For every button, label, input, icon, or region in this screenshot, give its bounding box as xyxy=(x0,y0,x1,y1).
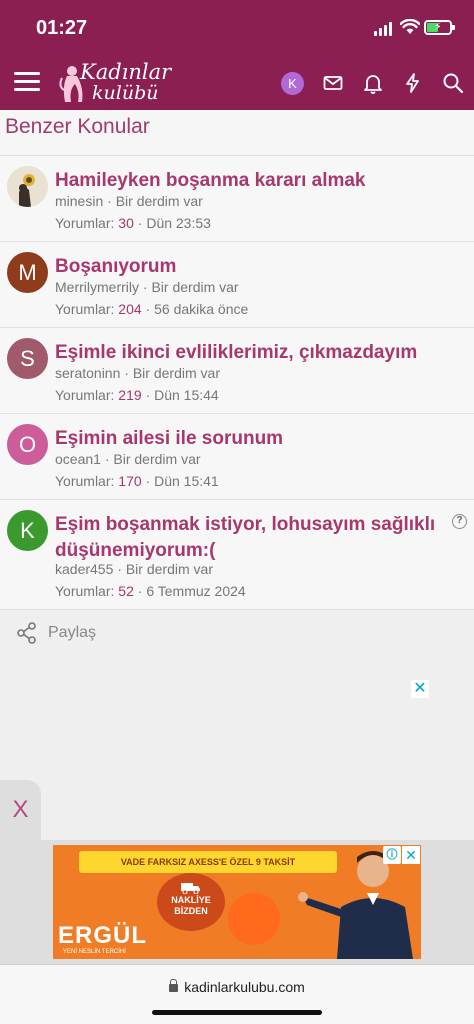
status-bar: 01:27 ⚡ xyxy=(0,0,474,56)
battery-icon: ⚡ xyxy=(424,20,455,35)
avatar[interactable]: K xyxy=(7,510,48,551)
search-icon[interactable] xyxy=(441,71,465,95)
logo-text-line1: Kadınlar xyxy=(80,60,172,84)
section-title: Benzer Konular xyxy=(5,115,150,138)
ad-banner[interactable]: VADE FARKSIZ AXESS'E ÖZEL 9 TAKSİT NAKLİ… xyxy=(53,845,421,959)
sunflower-avatar-icon xyxy=(7,166,48,207)
replies-label: Yorumlar: xyxy=(55,387,115,403)
thread-forum[interactable]: Bir derdim var xyxy=(151,279,238,295)
menu-icon[interactable] xyxy=(14,70,40,94)
site-logo[interactable]: Kadınlar kulübü xyxy=(58,58,172,108)
status-time: 01:27 xyxy=(36,17,88,39)
thread-author-line: seratoninn · Bir derdim var xyxy=(55,365,220,381)
ad-side-close-tab[interactable]: X xyxy=(0,780,41,840)
thread-stats-line: Yorumlar: 204 · 56 dakika önce xyxy=(55,301,249,317)
thread-title[interactable]: Eşimle ikinci evliliklerimiz, çıkmazdayı… xyxy=(55,340,445,366)
thread-author-line: ocean1 · Bir derdim var xyxy=(55,451,201,467)
replies-count: 219 xyxy=(118,387,142,403)
thread-stats-line: Yorumlar: 219 · Dün 15:44 xyxy=(55,387,219,403)
thread-date: 56 dakika önce xyxy=(154,301,249,317)
ad-shipping-badge: NAKLİYE BİZDEN xyxy=(157,873,225,931)
thread-author[interactable]: minesin xyxy=(55,193,103,209)
replies-count: 30 xyxy=(118,215,134,231)
thread-author[interactable]: ocean1 xyxy=(55,451,101,467)
avatar[interactable]: O xyxy=(7,424,48,465)
replies-label: Yorumlar: xyxy=(55,583,115,599)
avatar[interactable] xyxy=(7,166,48,207)
signal-icon xyxy=(374,22,394,36)
thread-title[interactable]: Eşimin ailesi ile sorunum xyxy=(55,426,445,452)
user-avatar[interactable]: K xyxy=(281,72,304,95)
thread-forum[interactable]: Bir derdim var xyxy=(133,365,220,381)
replies-count: 52 xyxy=(118,583,134,599)
replies-label: Yorumlar: xyxy=(55,473,115,489)
help-icon[interactable]: ? xyxy=(452,514,467,529)
thread-title[interactable]: Eşim boşanmak istiyor, lohusayım sağlıkl… xyxy=(55,512,445,564)
browser-address-bar[interactable]: kadinlarkulubu.com xyxy=(0,964,474,1024)
mail-icon[interactable] xyxy=(321,71,345,95)
url-text: kadinlarkulubu.com xyxy=(184,979,305,995)
thread-author[interactable]: kader455 xyxy=(55,561,113,577)
thread-item[interactable]: M Boşanıyorum Merrilymerrily · Bir derdi… xyxy=(0,242,474,328)
thread-title[interactable]: Boşanıyorum xyxy=(55,254,445,280)
ad-tagline: YENİ NESLİN TERCİHİ xyxy=(63,949,126,955)
thread-stats-line: Yorumlar: 30 · Dün 23:53 xyxy=(55,215,211,231)
thread-author-line: minesin · Bir derdim var xyxy=(55,193,203,209)
thread-item[interactable]: S Eşimle ikinci evliliklerimiz, çıkmazda… xyxy=(0,328,474,414)
replies-label: Yorumlar: xyxy=(55,301,115,317)
thread-author-line: kader455 · Bir derdim var xyxy=(55,561,213,577)
thread-list: Hamileyken boşanma kararı almak minesin … xyxy=(0,156,474,610)
thread-title[interactable]: Hamileyken boşanma kararı almak xyxy=(55,168,445,194)
logo-text-line2: kulübü xyxy=(92,82,159,104)
share-icon xyxy=(17,622,36,644)
avatar[interactable]: S xyxy=(7,338,48,379)
home-indicator xyxy=(152,1010,322,1015)
thread-author-line: Merrilymerrily · Bir derdim var xyxy=(55,279,239,295)
replies-count: 204 xyxy=(118,301,142,317)
ad-badge-text: NAKLİYE BİZDEN xyxy=(171,895,211,916)
bell-icon[interactable] xyxy=(361,71,385,95)
url-display[interactable]: kadinlarkulubu.com xyxy=(0,979,474,995)
share-label: Paylaş xyxy=(48,624,97,641)
thread-item[interactable]: K Eşim boşanmak istiyor, lohusayım sağlı… xyxy=(0,500,474,610)
thread-date: 6 Temmuz 2024 xyxy=(146,583,246,599)
ad-info-icon[interactable]: ⓘ xyxy=(383,846,401,864)
ad-decoration xyxy=(228,893,280,945)
thread-author[interactable]: Merrilymerrily xyxy=(55,279,139,295)
thread-stats-line: Yorumlar: 52 · 6 Temmuz 2024 xyxy=(55,583,246,599)
top-navbar: Kadınlar kulübü K xyxy=(0,56,474,110)
thread-stats-line: Yorumlar: 170 · Dün 15:41 xyxy=(55,473,219,489)
thread-forum[interactable]: Bir derdim var xyxy=(113,451,200,467)
ad-close-button[interactable]: ✕ xyxy=(411,680,429,698)
replies-label: Yorumlar: xyxy=(55,215,115,231)
similar-threads-block: Benzer Konular Hamileyken boşanma kararı… xyxy=(0,110,474,610)
truck-icon xyxy=(181,883,200,894)
ad-banner-close-button[interactable]: ✕ xyxy=(402,846,420,864)
thread-forum[interactable]: Bir derdim var xyxy=(126,561,213,577)
lock-icon xyxy=(169,979,179,992)
thread-date: Dün 15:41 xyxy=(154,473,219,489)
replies-count: 170 xyxy=(118,473,142,489)
thread-forum[interactable]: Bir derdim var xyxy=(116,193,203,209)
thread-item[interactable]: Hamileyken boşanma kararı almak minesin … xyxy=(0,156,474,242)
avatar[interactable]: M xyxy=(7,252,48,293)
thread-date: Dün 23:53 xyxy=(146,215,211,231)
ad-brand: ERGÜL xyxy=(58,922,147,949)
thread-date: Dün 15:44 xyxy=(154,387,219,403)
lightning-icon[interactable] xyxy=(401,71,425,95)
wifi-icon xyxy=(400,19,420,34)
thread-author[interactable]: seratoninn xyxy=(55,365,120,381)
thread-item[interactable]: O Eşimin ailesi ile sorunum ocean1 · Bir… xyxy=(0,414,474,500)
